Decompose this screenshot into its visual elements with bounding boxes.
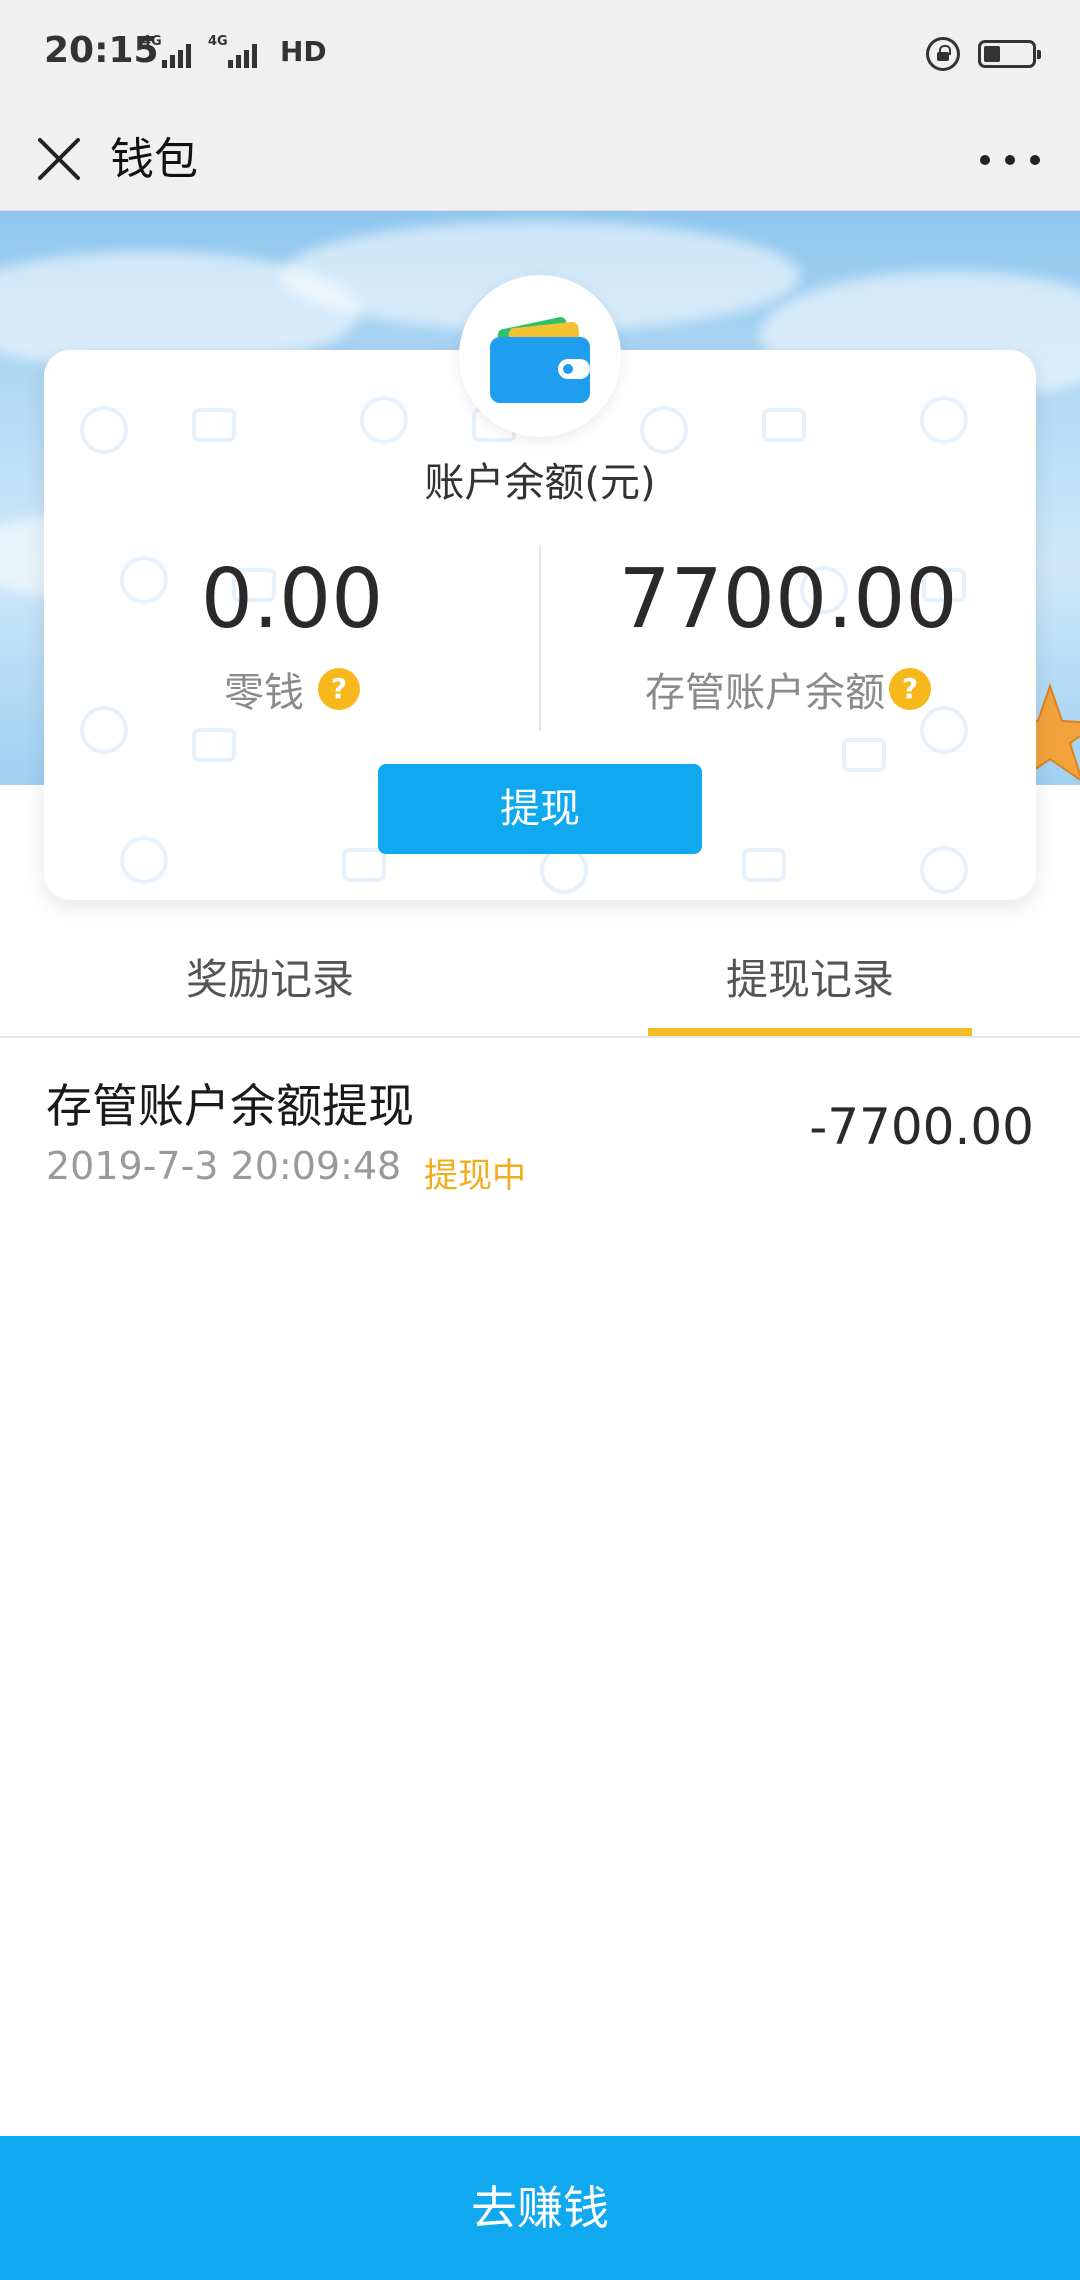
record-status: 提现中 [424,1156,526,1196]
help-icon[interactable]: ? [889,668,931,710]
status-right [926,34,1041,74]
signal-indicators: 4G 4G HD [142,34,327,70]
earn-money-button[interactable]: 去赚钱 [0,2136,1080,2280]
battery-icon [978,40,1041,68]
signal-icon: 4G [142,34,198,70]
change-label: 零钱 [224,670,304,716]
withdraw-button[interactable]: 提现 [378,764,702,854]
nav-bar: 钱包 [0,110,1080,211]
close-icon[interactable] [30,130,88,188]
wallet-emblem [459,275,621,437]
lock-icon [926,37,960,71]
hd-badge: HD [280,35,327,68]
tab-reward-records[interactable]: 奖励记录 [0,910,540,1036]
custody-label: 存管账户余额 [645,670,885,716]
wallet-icon [490,317,590,403]
signal-icon: 4G [208,34,264,70]
active-tab-indicator [648,1028,972,1036]
more-icon[interactable] [980,140,1040,180]
record-tabs: 奖励记录 提现记录 [0,910,1080,1038]
signal-network-label: 4G [142,34,162,49]
battery-fill [984,46,1001,62]
record-title: 存管账户余额提现 [46,1079,414,1133]
custody-balance: 7700.00 存管账户余额 ? [540,550,1036,718]
balance-title: 账户余额(元) [424,460,656,506]
record-amount: -7700.00 [809,1098,1034,1156]
status-bar: 20:15 4G 4G HD [0,0,1080,110]
tab-withdraw-records[interactable]: 提现记录 [540,910,1080,1036]
signal-network-label: 4G [208,34,228,49]
list-item[interactable]: 存管账户余额提现 2019-7-3 20:09:48 提现中 -7700.00 [0,1040,1080,1220]
custody-amount: 7700.00 [618,552,958,647]
change-balance: 0.00 零钱 ? [44,550,540,718]
record-time: 2019-7-3 20:09:48 [46,1144,402,1188]
change-amount: 0.00 [200,552,384,647]
page-title: 钱包 [110,134,198,185]
help-icon[interactable]: ? [318,668,360,710]
